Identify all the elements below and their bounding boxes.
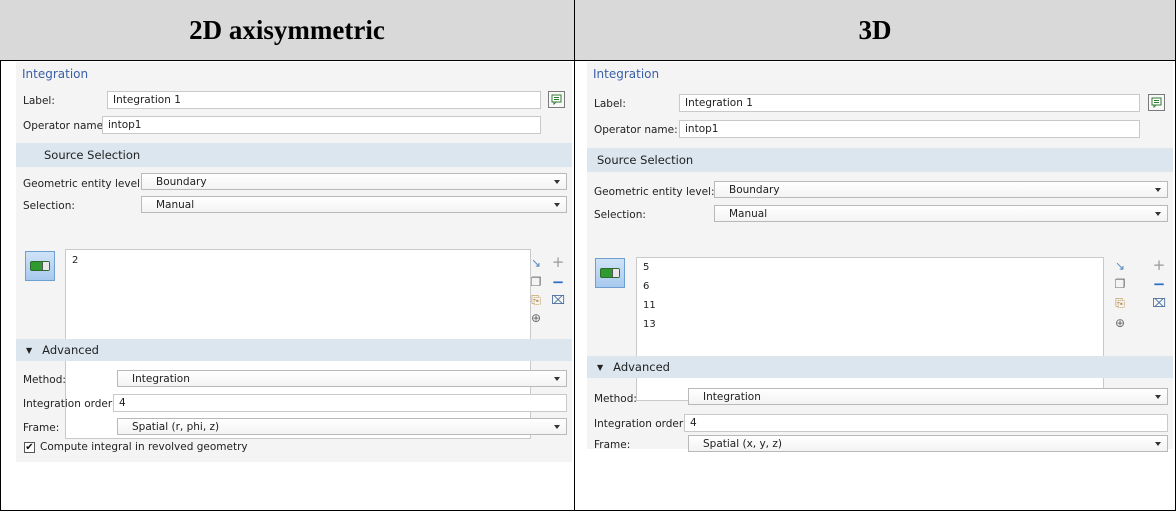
- remove-icon[interactable]: −: [1152, 277, 1166, 292]
- paste-selection-icon[interactable]: ↘: [1113, 260, 1127, 272]
- selection-list[interactable]: 5 6 11 13: [636, 257, 1104, 401]
- collapse-triangle-icon: ▼: [26, 345, 33, 355]
- header-2d-axisymmetric: 2D axisymmetric: [0, 0, 574, 61]
- integration-order-input[interactable]: 4: [113, 394, 567, 412]
- entity-level-select[interactable]: Boundary: [714, 181, 1168, 198]
- advanced-section-label: Advanced: [42, 343, 99, 357]
- source-selection-section[interactable]: Source Selection: [16, 143, 572, 167]
- chevron-down-icon: [554, 376, 560, 381]
- method-select[interactable]: Integration: [117, 370, 567, 387]
- chevron-down-icon: [1155, 187, 1161, 192]
- operator-name-input[interactable]: intop1: [679, 120, 1140, 138]
- chevron-down-icon: [554, 424, 560, 429]
- clear-selection-icon[interactable]: ⌧: [551, 294, 565, 306]
- frame-caption: Frame:: [594, 439, 631, 451]
- active-toggle-button[interactable]: [25, 251, 55, 281]
- method-value: Integration: [703, 390, 761, 403]
- selection-select[interactable]: Manual: [141, 196, 567, 213]
- clipboard-icon[interactable]: ⎘: [529, 294, 543, 306]
- column-divider: [574, 0, 575, 511]
- header-3d: 3D: [575, 0, 1175, 61]
- chevron-down-icon: [554, 179, 560, 184]
- copy-icon[interactable]: ❐: [529, 276, 543, 288]
- chevron-down-icon: [554, 202, 560, 207]
- frame-value: Spatial (r, phi, z): [132, 420, 220, 433]
- settings-panel-3d: Integration Label: Integration 1 Operato…: [587, 62, 1173, 452]
- chevron-down-icon: [1155, 394, 1161, 399]
- frame-select[interactable]: Spatial (r, phi, z): [117, 418, 567, 435]
- frame-select[interactable]: Spatial (x, y, z): [688, 435, 1168, 452]
- advanced-section-label: Advanced: [613, 360, 670, 374]
- integration-order-caption: Integration order:: [23, 398, 116, 410]
- panel-title: Integration: [22, 67, 89, 81]
- entity-level-caption: Geometric entity level:: [594, 186, 715, 198]
- clear-selection-icon[interactable]: ⌧: [1152, 297, 1166, 309]
- advanced-section[interactable]: ▼ Advanced: [16, 339, 572, 361]
- entity-level-value: Boundary: [729, 183, 780, 196]
- method-value: Integration: [132, 372, 190, 385]
- chevron-down-icon: [1155, 441, 1161, 446]
- entity-level-select[interactable]: Boundary: [141, 173, 567, 190]
- zoom-selected-icon[interactable]: ⊕: [1113, 317, 1127, 329]
- selection-caption: Selection:: [23, 200, 75, 212]
- note-icon[interactable]: [548, 91, 565, 108]
- active-toggle-icon: [30, 261, 50, 271]
- add-icon[interactable]: +: [1152, 258, 1166, 273]
- clipboard-icon[interactable]: ⎘: [1113, 297, 1127, 309]
- selection-select[interactable]: Manual: [714, 205, 1168, 222]
- list-item[interactable]: 13: [643, 319, 656, 330]
- revolved-geometry-label: Compute integral in revolved geometry: [40, 441, 248, 453]
- entity-level-value: Boundary: [156, 175, 207, 188]
- selection-caption: Selection:: [594, 209, 646, 221]
- revolved-geometry-checkbox[interactable]: ✔: [24, 442, 35, 453]
- operator-name-caption: Operator name:: [594, 124, 678, 136]
- chevron-down-icon: [1155, 211, 1161, 216]
- method-caption: Method:: [23, 374, 66, 386]
- method-caption: Method:: [594, 393, 637, 405]
- label-input[interactable]: Integration 1: [679, 94, 1140, 112]
- active-toggle-button[interactable]: [595, 258, 625, 288]
- advanced-section[interactable]: ▼ Advanced: [587, 356, 1173, 378]
- integration-order-caption: Integration order:: [594, 418, 687, 430]
- list-item[interactable]: 6: [643, 281, 649, 292]
- remove-icon[interactable]: −: [551, 275, 565, 290]
- frame-caption: Frame:: [23, 422, 60, 434]
- label-input[interactable]: Integration 1: [107, 91, 541, 109]
- frame-value: Spatial (x, y, z): [703, 437, 782, 450]
- add-icon[interactable]: +: [551, 255, 565, 270]
- zoom-selected-icon[interactable]: ⊕: [529, 312, 543, 324]
- entity-level-caption: Geometric entity level:: [23, 178, 144, 190]
- method-select[interactable]: Integration: [688, 388, 1168, 405]
- operator-name-input[interactable]: intop1: [102, 116, 541, 134]
- settings-panel-2d: Integration Label: Integration 1 Operato…: [16, 62, 572, 462]
- active-toggle-icon: [600, 268, 620, 278]
- selection-value: Manual: [729, 207, 768, 220]
- list-item[interactable]: 5: [643, 262, 649, 273]
- selection-value: Manual: [156, 198, 195, 211]
- list-item[interactable]: 11: [643, 300, 656, 311]
- label-caption: Label:: [23, 95, 55, 107]
- copy-icon[interactable]: ❐: [1113, 278, 1127, 290]
- panel-title: Integration: [593, 67, 660, 81]
- label-caption: Label:: [594, 98, 626, 110]
- collapse-triangle-icon: ▼: [597, 362, 604, 372]
- integration-order-input[interactable]: 4: [684, 414, 1168, 432]
- note-icon[interactable]: [1148, 94, 1165, 111]
- source-selection-section[interactable]: Source Selection: [587, 148, 1173, 172]
- operator-name-caption: Operator name:: [23, 120, 107, 132]
- paste-selection-icon[interactable]: ↘: [529, 257, 543, 269]
- list-item[interactable]: 2: [72, 255, 78, 266]
